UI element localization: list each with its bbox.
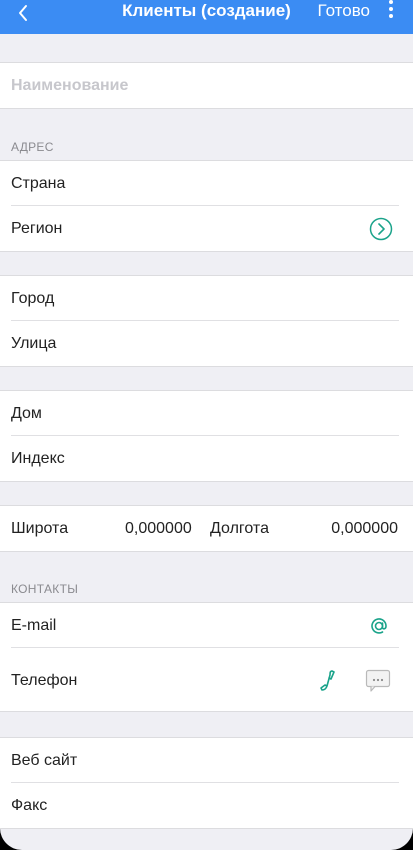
longitude-label: Долгота bbox=[210, 520, 269, 537]
message-button[interactable] bbox=[365, 648, 391, 714]
address-section-3: Дом Индекс bbox=[0, 390, 413, 482]
name-section: Наименование bbox=[0, 62, 413, 109]
region-field[interactable]: Регион bbox=[0, 206, 413, 251]
street-label: Улица bbox=[11, 335, 57, 352]
index-label: Индекс bbox=[11, 450, 65, 467]
index-field[interactable]: Индекс bbox=[0, 436, 413, 481]
region-select-button[interactable] bbox=[369, 206, 393, 251]
house-label: Дом bbox=[11, 405, 42, 422]
website-label: Веб сайт bbox=[11, 752, 78, 769]
email-field[interactable]: E-mail bbox=[0, 603, 413, 648]
more-vertical-icon[interactable] bbox=[387, 0, 395, 26]
message-icon bbox=[365, 669, 391, 692]
contacts-heading: КОНТАКТЫ bbox=[11, 582, 79, 596]
done-button[interactable]: Готово bbox=[318, 0, 371, 22]
fax-field[interactable]: Факс bbox=[0, 783, 413, 828]
email-action-button[interactable] bbox=[369, 603, 389, 648]
country-field[interactable]: Страна bbox=[0, 161, 413, 206]
phone-icon bbox=[320, 670, 335, 691]
name-placeholder: Наименование bbox=[11, 77, 129, 94]
client-create-screen: Клиенты (создание) Готово Наименование А… bbox=[0, 0, 413, 850]
fax-label: Факс bbox=[11, 797, 48, 814]
call-button[interactable] bbox=[319, 648, 337, 714]
phone-field[interactable]: Телефон bbox=[0, 648, 413, 711]
contacts-section-2: Веб сайт Факс bbox=[0, 737, 413, 829]
coords-row: Широта 0,000000 Долгота 0,000000 bbox=[0, 506, 413, 551]
coords-section: Широта 0,000000 Долгота 0,000000 bbox=[0, 505, 413, 552]
address-heading: АДРЕС bbox=[11, 140, 54, 154]
chevron-right-circle-icon bbox=[369, 217, 393, 240]
city-label: Город bbox=[11, 290, 55, 307]
email-label: E-mail bbox=[11, 617, 57, 634]
city-field[interactable]: Город bbox=[0, 276, 413, 321]
house-field[interactable]: Дом bbox=[0, 391, 413, 436]
address-section-1: Страна Регион bbox=[0, 160, 413, 252]
page-title-text: Клиенты (создание) bbox=[122, 1, 291, 20]
phone-label: Телефон bbox=[11, 672, 78, 689]
region-label: Регион bbox=[11, 220, 63, 237]
header-bar: Клиенты (создание) Готово bbox=[0, 0, 413, 34]
name-field[interactable]: Наименование bbox=[0, 63, 413, 108]
country-label: Страна bbox=[11, 175, 66, 192]
latitude-value[interactable]: 0,000000 bbox=[125, 506, 192, 551]
website-field[interactable]: Веб сайт bbox=[0, 738, 413, 783]
longitude-value[interactable]: 0,000000 bbox=[331, 506, 398, 551]
street-field[interactable]: Улица bbox=[0, 321, 413, 366]
contacts-section-1: E-mail Телефон bbox=[0, 602, 413, 712]
at-sign-icon bbox=[371, 617, 387, 634]
address-section-2: Город Улица bbox=[0, 275, 413, 367]
latitude-label: Широта bbox=[11, 520, 69, 537]
